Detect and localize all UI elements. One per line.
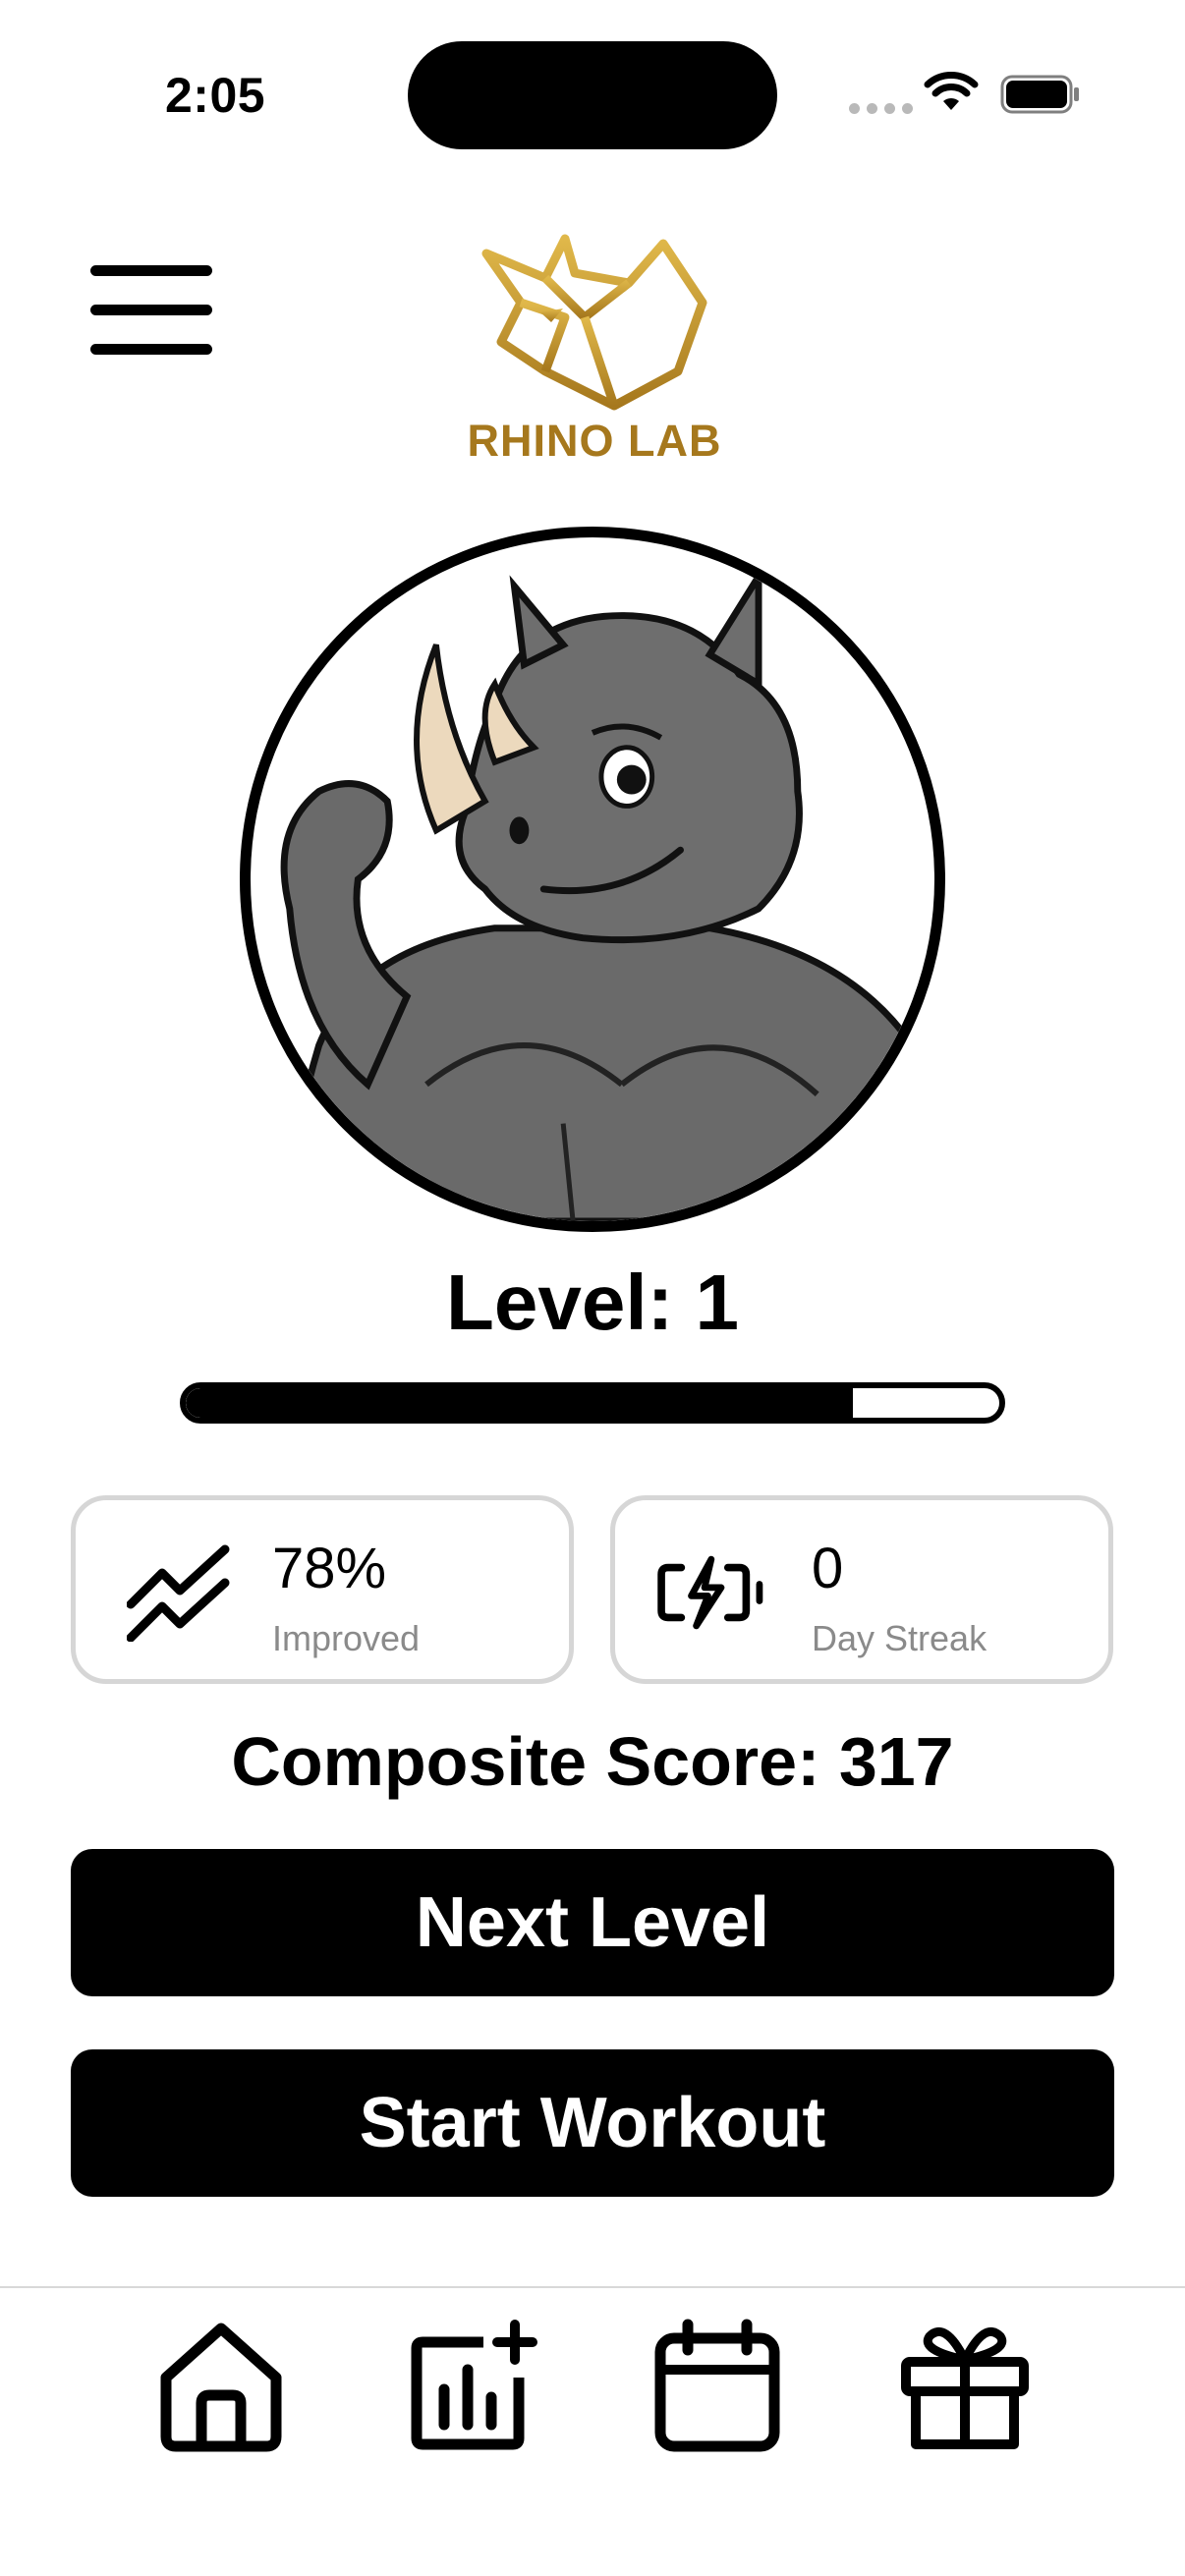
tab-calendar[interactable] [649, 2317, 786, 2454]
day-streak-label: Day Streak [812, 1618, 988, 1658]
next-level-button[interactable]: Next Level [71, 1849, 1114, 1996]
improved-stat-card[interactable]: 78% Improved [71, 1495, 574, 1684]
rhino-logo-icon [481, 234, 707, 411]
improved-label: Improved [272, 1618, 421, 1658]
tab-rewards[interactable] [896, 2317, 1034, 2454]
day-streak-stat-card[interactable]: 0 Day Streak [610, 1495, 1113, 1684]
app-logo: RHINO LAB [447, 224, 742, 466]
chart-add-icon [411, 2320, 537, 2450]
battery-charging-icon [657, 1555, 763, 1630]
trend-icon [127, 1544, 230, 1642]
home-icon [160, 2323, 282, 2452]
tab-stats[interactable] [401, 2317, 538, 2454]
improved-value: 78% [272, 1537, 387, 1600]
start-workout-button[interactable]: Start Workout [71, 2049, 1114, 2197]
level-progress-fill [186, 1388, 853, 1418]
rhino-avatar[interactable] [240, 527, 945, 1232]
status-time: 2:05 [165, 68, 266, 123]
level-progress-bar [180, 1382, 1005, 1424]
dynamic-island [408, 41, 777, 149]
battery-icon [1000, 75, 1079, 114]
tab-bar-divider [0, 2286, 1185, 2288]
calendar-icon [654, 2319, 780, 2452]
menu-icon [90, 265, 212, 276]
logo-text: RHINO LAB [467, 416, 722, 466]
menu-button[interactable] [90, 265, 212, 355]
day-streak-value: 0 [812, 1537, 844, 1600]
wifi-icon [924, 72, 979, 110]
tab-home[interactable] [152, 2317, 290, 2454]
level-label: Level: 1 [446, 1259, 739, 1346]
cellular-signal-icon [849, 103, 913, 114]
rhino-mascot-image [280, 564, 934, 1221]
composite-score: Composite Score: 317 [231, 1723, 954, 1800]
gift-icon [901, 2327, 1029, 2449]
